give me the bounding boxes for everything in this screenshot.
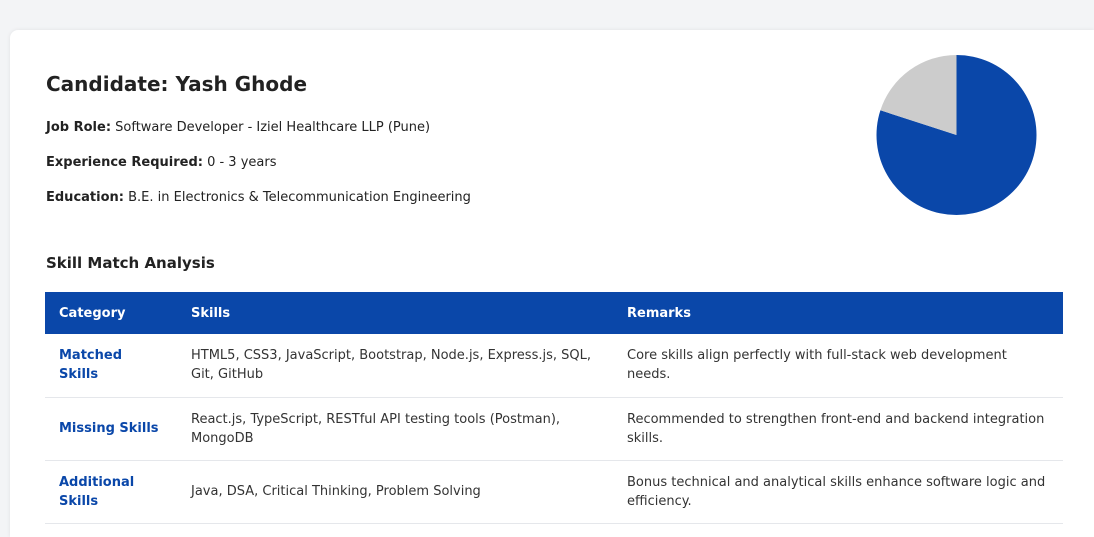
section-title: Skill Match Analysis — [46, 254, 215, 272]
row-skills: React.js, TypeScript, RESTful API testin… — [177, 397, 613, 461]
candidate-title: Candidate: Yash Ghode — [46, 72, 308, 96]
experience-label: Experience Required: — [46, 155, 203, 170]
job-role-line: Job Role: Software Developer - Iziel Hea… — [46, 120, 430, 135]
job-role-value: Software Developer - Iziel Healthcare LL… — [111, 120, 431, 135]
table-row: Missing Skills React.js, TypeScript, RES… — [45, 397, 1063, 461]
skill-match-table: Category Skills Remarks Matched Skills H… — [45, 292, 1063, 524]
row-category: Matched Skills — [45, 334, 177, 398]
row-skills: HTML5, CSS3, JavaScript, Bootstrap, Node… — [177, 334, 613, 398]
row-remarks: Bonus technical and analytical skills en… — [613, 460, 1063, 524]
skill-match-pie-chart — [876, 55, 1037, 215]
row-category: Missing Skills — [45, 397, 177, 461]
row-remarks: Core skills align perfectly with full-st… — [613, 334, 1063, 398]
job-role-label: Job Role: — [46, 120, 112, 135]
education-label: Education: — [46, 190, 124, 205]
education-value: B.E. in Electronics & Telecommunication … — [123, 190, 471, 205]
row-category: Additional Skills — [45, 460, 177, 524]
education-line: Education: B.E. in Electronics & Telecom… — [46, 190, 471, 205]
header-remarks: Remarks — [613, 292, 1063, 334]
row-remarks: Recommended to strengthen front-end and … — [613, 397, 1063, 461]
candidate-card: Candidate: Yash Ghode Job Role: Software… — [10, 30, 1094, 537]
experience-value: 0 - 3 years — [202, 155, 277, 170]
header-category: Category — [45, 292, 177, 334]
row-skills: Java, DSA, Critical Thinking, Problem So… — [177, 460, 613, 524]
header-skills: Skills — [177, 292, 613, 334]
experience-line: Experience Required: 0 - 3 years — [46, 155, 277, 170]
table-row: Matched Skills HTML5, CSS3, JavaScript, … — [45, 334, 1063, 398]
table-header-row: Category Skills Remarks — [45, 292, 1063, 334]
table-row: Additional Skills Java, DSA, Critical Th… — [45, 460, 1063, 524]
